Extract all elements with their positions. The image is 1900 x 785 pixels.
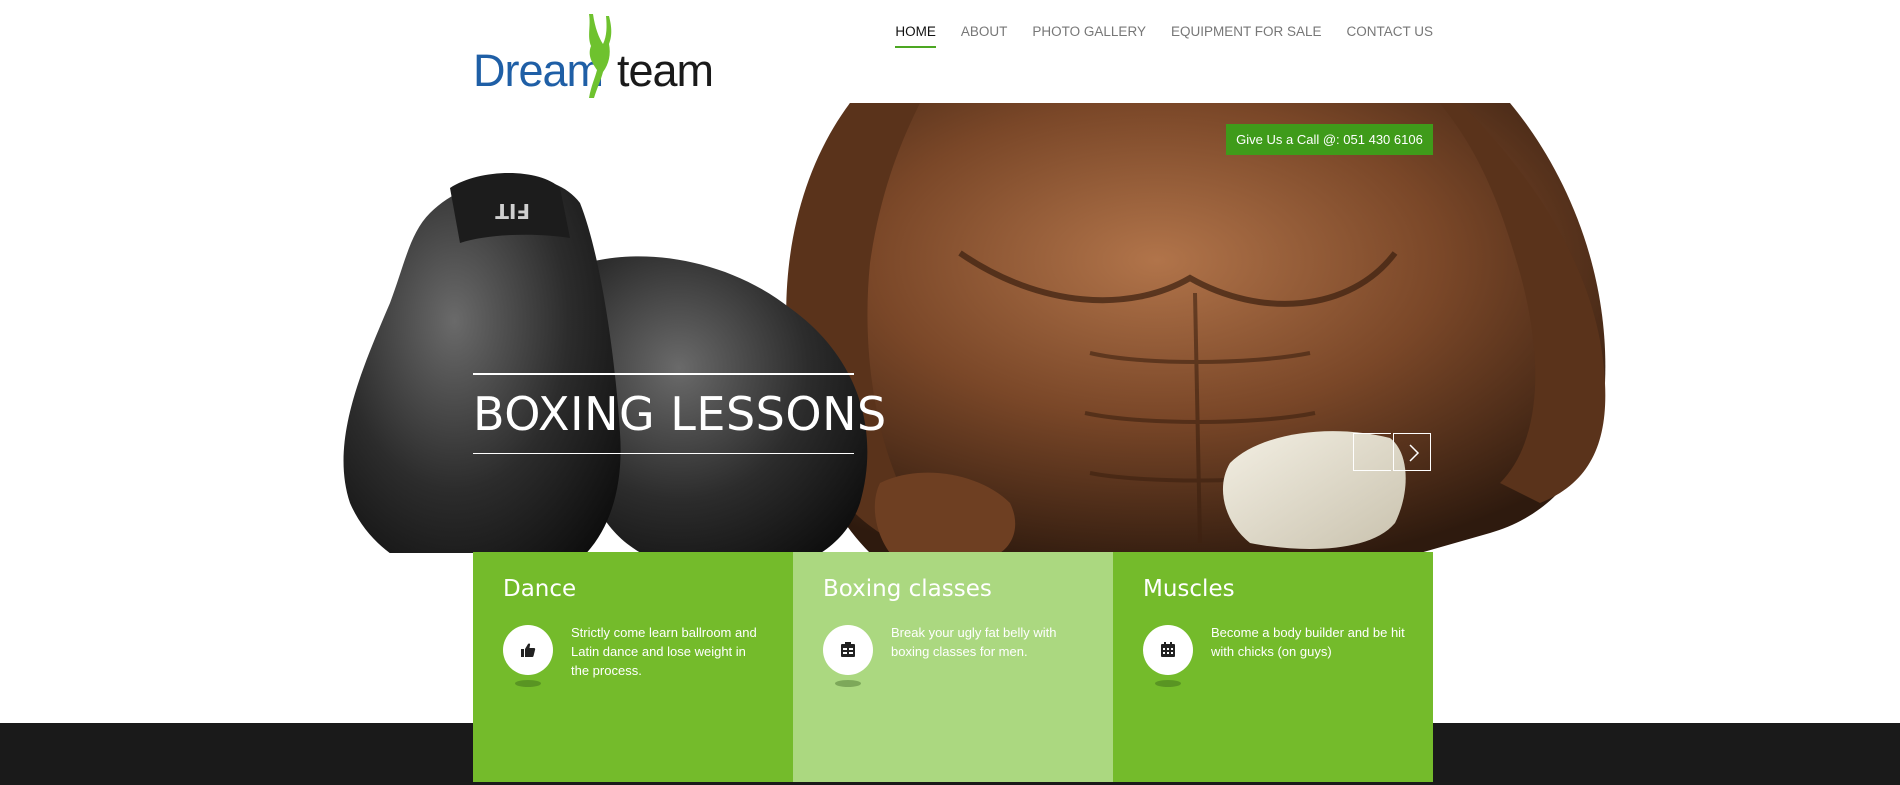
nav-item-home[interactable]: HOME — [895, 24, 936, 48]
feature-text: Become a body builder and be hit with ch… — [1211, 625, 1405, 659]
nav-item-contact-us[interactable]: CONTACT US — [1346, 24, 1433, 48]
slider-prev-button[interactable] — [1353, 433, 1391, 471]
nav-item-photo-gallery[interactable]: PHOTO GALLERY — [1032, 24, 1146, 48]
feature-text: Break your ugly fat belly with boxing cl… — [891, 625, 1057, 659]
icon-shadow — [835, 680, 861, 687]
hero-image: FIT — [343, 103, 1606, 553]
feature-icon-wrapper — [823, 625, 873, 675]
feature-icon-wrapper — [1143, 625, 1193, 675]
calendar-icon — [1161, 642, 1175, 657]
chevron-right-icon — [1409, 444, 1420, 462]
icon-shadow — [1155, 680, 1181, 687]
logo-figure-icon — [589, 14, 612, 98]
feature-dance[interactable]: Dance Strictly come learn ballroom and L… — [473, 552, 793, 782]
site-header: Dream team HOME ABOUT PHOTO GALLERY EQUI… — [0, 0, 1900, 103]
feature-title: Boxing classes — [823, 576, 992, 602]
logo-word-team: team — [617, 45, 714, 96]
feature-title: Dance — [503, 576, 577, 602]
feature-boxes: Dance Strictly come learn ballroom and L… — [473, 552, 1433, 782]
feature-icon-wrapper — [503, 625, 553, 675]
feature-boxing-classes[interactable]: Boxing classes Break your ugly fat belly… — [793, 552, 1113, 782]
glove-brand-label: FIT — [495, 199, 530, 223]
main-nav: HOME ABOUT PHOTO GALLERY EQUIPMENT FOR S… — [895, 24, 1433, 48]
icon-shadow — [515, 680, 541, 687]
chevron-left-icon — [1354, 434, 1392, 472]
feature-muscles[interactable]: Muscles Become a body builder and be hit… — [1113, 552, 1433, 782]
slider-next-button[interactable] — [1393, 433, 1431, 471]
slide-title: BOXING LESSONS — [473, 373, 886, 454]
feature-title: Muscles — [1143, 576, 1235, 602]
logo[interactable]: Dream team — [473, 12, 714, 104]
call-us-badge[interactable]: Give Us a Call @: 051 430 6106 — [1226, 124, 1433, 155]
nav-item-about[interactable]: ABOUT — [961, 24, 1008, 48]
thumbs-up-icon — [521, 643, 536, 657]
schedule-board-icon — [841, 642, 855, 657]
feature-text: Strictly come learn ballroom and Latin d… — [571, 625, 757, 678]
hero-slider: FIT Give Us a Call @: 051 430 6106 BOXIN… — [0, 103, 1900, 553]
nav-item-equipment-for-sale[interactable]: EQUIPMENT FOR SALE — [1171, 24, 1322, 48]
